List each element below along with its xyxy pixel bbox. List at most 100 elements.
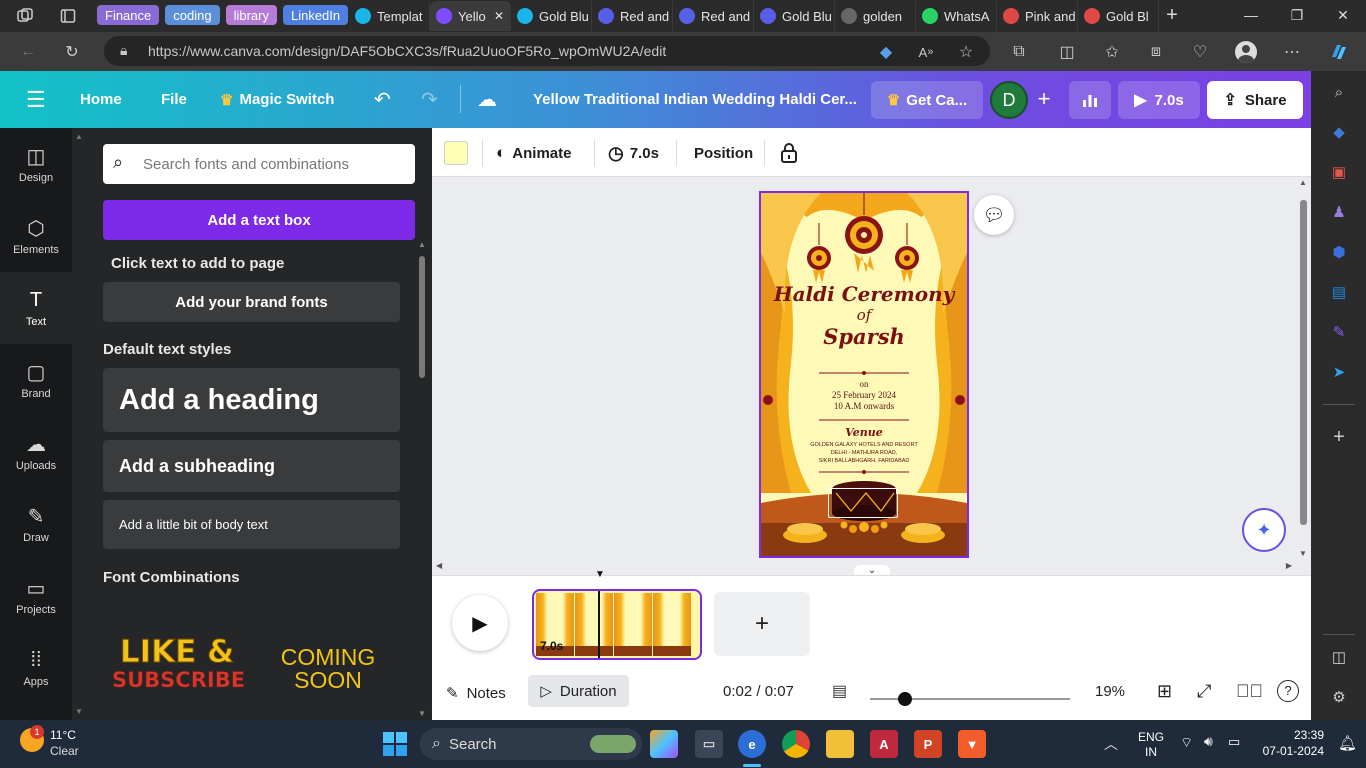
playhead-marker[interactable]: ▼ bbox=[595, 569, 605, 580]
color-swatch[interactable] bbox=[444, 141, 468, 165]
tag-icon[interactable]: ◆ bbox=[872, 38, 900, 66]
settings-gear-icon[interactable]: ⚙ bbox=[1328, 686, 1350, 708]
outlook-icon[interactable]: ▤ bbox=[1328, 281, 1350, 303]
zoom-slider[interactable] bbox=[870, 692, 1070, 706]
magic-switch-button[interactable]: ♛ Magic Switch bbox=[220, 71, 334, 128]
check-icon[interactable]: ✓⃝ bbox=[1236, 681, 1263, 702]
lock-icon[interactable] bbox=[780, 140, 798, 166]
performance-icon[interactable]: ♡ bbox=[1186, 38, 1214, 66]
sidebar-toggle-icon[interactable]: ◫ bbox=[1328, 646, 1350, 668]
add-subheading-button[interactable]: Add a subheading bbox=[103, 440, 400, 492]
page-grid-icon[interactable]: ⊞ bbox=[1157, 681, 1172, 702]
browser-tab[interactable]: Red and bbox=[673, 1, 754, 31]
design-title[interactable]: Yellow Traditional Indian Wedding Haldi … bbox=[533, 71, 857, 128]
redo-icon[interactable]: ↷ bbox=[421, 71, 438, 128]
combo-like-subscribe[interactable]: LIKE & SUBSCRIBE bbox=[112, 636, 246, 694]
volume-icon[interactable]: 🔊︎ bbox=[1204, 733, 1213, 750]
rail-item-text[interactable]: T Text bbox=[0, 272, 72, 344]
rail-item-draw[interactable]: ✎ Draw bbox=[0, 488, 72, 560]
duration-button[interactable]: ◷ 7.0s bbox=[608, 140, 659, 166]
search-icon[interactable]: ⌕ bbox=[1328, 81, 1350, 103]
wifi-icon[interactable]: ⌔ bbox=[1180, 734, 1193, 752]
weather-temp[interactable]: 11°C bbox=[50, 728, 76, 742]
clock-time[interactable]: 23:39 bbox=[1286, 728, 1324, 742]
notes-button[interactable]: ✎ Notes bbox=[446, 684, 506, 703]
browser-tab[interactable]: Templat bbox=[349, 1, 430, 31]
browser-tab[interactable]: Gold Bl bbox=[1078, 1, 1159, 31]
new-tab-button[interactable]: + bbox=[1160, 4, 1184, 28]
hamburger-menu-icon[interactable]: ☰ bbox=[26, 71, 46, 128]
tab-group-coding[interactable]: coding bbox=[165, 5, 220, 25]
extensions-icon[interactable]: ⧉ bbox=[1005, 38, 1033, 66]
add-comment-icon[interactable]: 💬︎ bbox=[974, 195, 1014, 235]
file-explorer-icon[interactable] bbox=[826, 730, 854, 758]
favorite-star-icon[interactable]: ☆ bbox=[952, 38, 980, 66]
zoom-percent[interactable]: 19% bbox=[1095, 683, 1125, 700]
design-page[interactable]: Haldi Ceremony of Sparsh on 25 February … bbox=[759, 191, 969, 558]
present-play-button[interactable]: ▶ 7.0s bbox=[1118, 81, 1200, 119]
address-bar[interactable]: 🔒︎ https://www.canva.com/design/DAF5ObCX… bbox=[104, 36, 990, 66]
rail-item-uploads[interactable]: ☁ Uploads bbox=[0, 416, 72, 488]
add-icon[interactable]: + bbox=[1328, 426, 1350, 448]
edge-taskbar-icon[interactable]: e bbox=[738, 730, 766, 758]
rail-item-projects[interactable]: ▭ Projects bbox=[0, 560, 72, 632]
tools-icon[interactable]: ▣ bbox=[1328, 161, 1350, 183]
access-icon[interactable]: A bbox=[870, 730, 898, 758]
add-text-box-button[interactable]: Add a text box bbox=[103, 200, 415, 240]
tab-group-finance[interactable]: Finance bbox=[97, 5, 160, 25]
microsoft365-icon[interactable]: ⬢ bbox=[1328, 241, 1350, 263]
canvas-scrollbar[interactable]: ▲ ▼ bbox=[1298, 178, 1308, 558]
browser-tab[interactable]: Gold Blu bbox=[754, 1, 835, 31]
chrome-taskbar-icon[interactable] bbox=[782, 730, 810, 758]
collections-icon[interactable]: ⧈ bbox=[1142, 38, 1170, 66]
show-hidden-icons-chevron[interactable]: ︿ bbox=[1104, 734, 1118, 754]
browser-tab[interactable]: golden bbox=[835, 1, 916, 31]
browser-tab[interactable]: Gold Blu bbox=[511, 1, 592, 31]
undo-icon[interactable]: ↶ bbox=[374, 71, 391, 128]
cloud-saved-icon[interactable]: ☁ bbox=[477, 71, 497, 128]
close-tab-icon[interactable]: ✕ bbox=[494, 9, 504, 23]
add-body-text-button[interactable]: Add a little bit of body text bbox=[103, 500, 400, 549]
designer-icon[interactable]: ✎ bbox=[1328, 321, 1350, 343]
browser-tab[interactable]: WhatsA bbox=[916, 1, 997, 31]
back-icon[interactable]: ← bbox=[14, 38, 42, 66]
windows-start-icon[interactable] bbox=[383, 732, 407, 756]
shopping-tag-icon[interactable]: ◆ bbox=[1328, 121, 1350, 143]
close-window-button[interactable]: ✕ bbox=[1320, 7, 1366, 24]
add-heading-button[interactable]: Add a heading bbox=[103, 368, 400, 432]
file-menu-button[interactable]: File bbox=[161, 71, 187, 128]
rail-item-apps[interactable]: ⁞⁞ Apps bbox=[0, 632, 72, 704]
send-icon[interactable]: ➤ bbox=[1328, 361, 1350, 383]
grid-view-icon[interactable]: ▤ bbox=[832, 681, 847, 701]
split-screen-icon[interactable]: ◫ bbox=[1053, 38, 1081, 66]
get-canva-pro-button[interactable]: ♛ Get Ca... bbox=[871, 81, 983, 119]
magic-assistant-icon[interactable]: ✦ bbox=[1242, 508, 1286, 552]
help-icon[interactable]: ? bbox=[1277, 680, 1299, 702]
minimize-button[interactable]: — bbox=[1228, 7, 1274, 23]
font-search-input[interactable]: ⌕ Search fonts and combinations bbox=[103, 144, 415, 184]
browser-tab[interactable]: Pink and bbox=[997, 1, 1078, 31]
timeline-play-button[interactable]: ▶ bbox=[452, 595, 508, 651]
animate-button[interactable]: ◐ Animate bbox=[496, 140, 571, 166]
task-view-icon[interactable]: ▭ bbox=[695, 730, 723, 758]
combo-coming-soon[interactable]: COMING SOON bbox=[262, 646, 394, 692]
tab-actions-icon[interactable] bbox=[55, 3, 81, 29]
copilot-taskbar-icon[interactable] bbox=[650, 730, 678, 758]
more-menu-icon[interactable]: ⋯ bbox=[1278, 38, 1306, 66]
add-page-button[interactable]: + bbox=[714, 592, 810, 656]
duration-toggle-button[interactable]: ▷ Duration bbox=[528, 675, 629, 707]
rail-item-brand[interactable]: ▢ Brand bbox=[0, 344, 72, 416]
workspaces-icon[interactable] bbox=[12, 3, 38, 29]
scroll-thumb[interactable] bbox=[1300, 200, 1307, 525]
rail-item-design[interactable]: ◫ Design bbox=[0, 128, 72, 200]
favorites-icon[interactable]: ✩ bbox=[1098, 38, 1126, 66]
scroll-thumb[interactable] bbox=[419, 256, 425, 378]
insights-chart-icon[interactable] bbox=[1069, 81, 1111, 119]
powerpoint-icon[interactable]: P bbox=[914, 730, 942, 758]
games-icon[interactable]: ♟ bbox=[1328, 201, 1350, 223]
refresh-icon[interactable]: ↻ bbox=[58, 38, 86, 66]
invitation-text[interactable]: Haldi Ceremony of Sparsh bbox=[761, 283, 967, 349]
rail-item-elements[interactable]: ⬡ Elements bbox=[0, 200, 72, 272]
maximize-button[interactable]: ❐ bbox=[1274, 7, 1320, 24]
share-button[interactable]: ⇪ Share bbox=[1207, 81, 1303, 119]
